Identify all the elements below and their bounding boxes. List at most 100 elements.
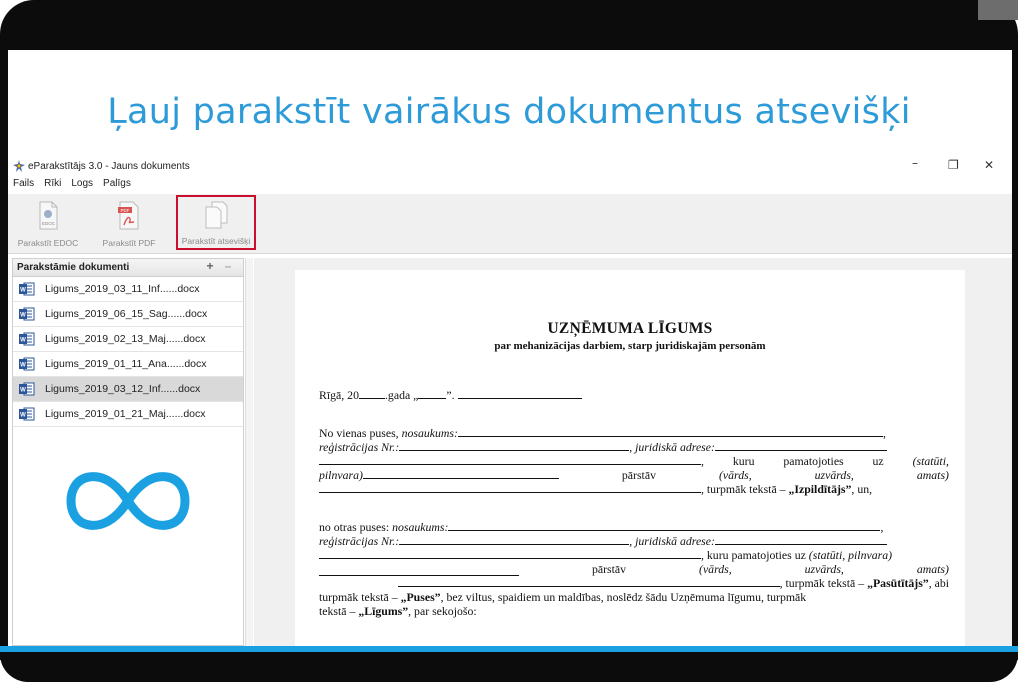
doc-text: pilnvara) xyxy=(319,468,363,482)
contractor-term: „Izpildītājs” xyxy=(788,482,852,496)
doc-text: , bez viltus, spaidiem un maldības, nosl… xyxy=(440,590,807,604)
doc-text: turpmāk tekstā – xyxy=(319,590,401,604)
document-item-selected[interactable]: W Ligums_2019_03_12_Inf......docx xyxy=(13,377,243,402)
blank-field xyxy=(714,534,887,545)
place-date-text: Rīgā, 20 xyxy=(319,388,359,402)
device-frame-left xyxy=(0,40,8,660)
doc-text: (vārds, xyxy=(718,468,752,482)
app-logo-icon xyxy=(13,160,25,172)
place-date-text: .gada „ xyxy=(384,388,419,402)
toolbar: EDOC Parakstīt EDOC PDF Parakstīt PDF Pa… xyxy=(8,194,1012,254)
window-title: eParakstītājs 3.0 - Jauns dokuments xyxy=(28,161,190,172)
device-frame-bottom xyxy=(0,652,1018,682)
doc-text: pārstāv xyxy=(621,468,656,482)
menu-logs[interactable]: Logs xyxy=(66,178,98,194)
menu-riki[interactable]: Rīki xyxy=(39,178,66,194)
document-viewer[interactable]: UZŅĒMUMA LĪGUMS par mehanizācijas darbie… xyxy=(254,258,1012,646)
party1-line-5: , turpmāk tekstā – „Izpildītājs”, un, xyxy=(319,482,949,496)
document-item[interactable]: W Ligums_2019_03_11_Inf......docx xyxy=(13,277,243,302)
doc-text: nosaukums: xyxy=(392,520,449,534)
svg-text:W: W xyxy=(20,363,26,369)
document-list: W Ligums_2019_03_11_Inf......docx W Ligu… xyxy=(13,277,243,427)
blank-field xyxy=(397,576,780,587)
doc-text: , xyxy=(701,454,704,468)
svg-text:PDF: PDF xyxy=(121,208,130,213)
device-frame-right xyxy=(1012,40,1018,660)
documents-panel: Parakstāmie dokumenti + – W Ligums_2019_… xyxy=(12,258,244,646)
place-date-text: ”. xyxy=(446,388,455,402)
doc-text: (vārds, xyxy=(699,562,732,576)
blank-field xyxy=(319,565,519,576)
close-button[interactable]: ✕ xyxy=(984,158,994,172)
word-doc-icon: W xyxy=(19,307,35,321)
doc-text: No vienas puses, xyxy=(319,426,402,440)
client-term: „Pasūtītājs” xyxy=(867,576,929,590)
device-frame-corner xyxy=(978,0,1018,20)
doc-text: , xyxy=(882,426,886,440)
blank-field xyxy=(358,388,385,399)
sign-edoc-button[interactable]: EDOC Parakstīt EDOC xyxy=(12,198,84,248)
sign-edoc-label: Parakstīt EDOC xyxy=(17,238,79,248)
slide-title: Ļauj parakstīt vairākus dokumentus atsev… xyxy=(107,92,911,132)
party2-line-7: tekstā – „Līgums”, par sekojošo: xyxy=(319,604,949,618)
blank-field xyxy=(418,388,447,399)
doc-text: , kuru pamatojoties uz xyxy=(701,548,809,562)
document-item[interactable]: W Ligums_2019_01_21_Maj......docx xyxy=(13,402,243,427)
document-item[interactable]: W Ligums_2019_01_11_Ana......docx xyxy=(13,352,243,377)
doc-text: tekstā – xyxy=(319,604,359,618)
minimize-button[interactable]: – xyxy=(912,156,918,170)
document-name: Ligums_2019_01_11_Ana......docx xyxy=(45,358,207,370)
menu-fails[interactable]: Fails xyxy=(8,178,39,194)
menu-paligs[interactable]: Palīgs xyxy=(98,178,136,194)
add-document-button[interactable]: + xyxy=(203,260,217,274)
word-doc-icon: W xyxy=(19,332,35,346)
document-item[interactable]: W Ligums_2019_06_15_Sag......docx xyxy=(13,302,243,327)
party1-line-1: No vienas puses, nosaukums:, xyxy=(319,426,949,440)
word-doc-icon: W xyxy=(19,407,35,421)
edoc-file-icon: EDOC xyxy=(39,201,58,230)
party2-line-3: , kuru pamatojoties uz (statūti, pilnvar… xyxy=(319,548,949,562)
remove-document-button[interactable]: – xyxy=(221,260,235,274)
blank-field xyxy=(319,482,701,493)
party2-line-2: reģistrācijas Nr.:, juridiskā adrese: xyxy=(319,534,949,548)
panel-header: Parakstāmie dokumenti + – xyxy=(13,259,243,277)
document-subtitle: par mehanizācijas darbiem, starp juridis… xyxy=(494,340,766,352)
doc-text: pamatojoties xyxy=(783,454,844,468)
blank-field xyxy=(362,468,559,479)
document-name: Ligums_2019_02_13_Maj......docx xyxy=(45,333,206,345)
maximize-button[interactable]: ❐ xyxy=(948,158,959,172)
doc-text: uzvārds, xyxy=(804,562,844,576)
doc-text: reģistrācijas Nr.: xyxy=(319,440,400,454)
party2-line-5: , turpmāk tekstā – „Pasūtītājs”, abi xyxy=(319,576,949,590)
place-date-line: Rīgā, 20 .gada „ ”. xyxy=(319,388,949,402)
blank-field xyxy=(457,388,582,399)
infinity-icon xyxy=(66,472,190,530)
document-name: Ligums_2019_06_15_Sag......docx xyxy=(45,308,208,320)
copy-documents-icon xyxy=(205,201,228,229)
sign-pdf-label: Parakstīt PDF xyxy=(102,238,156,248)
title-bar: eParakstītājs 3.0 - Jauns dokuments – ❐ … xyxy=(8,156,1012,176)
doc-text: juridiskā adrese: xyxy=(635,534,715,548)
doc-text: amats) xyxy=(916,562,949,576)
party2-line-6: turpmāk tekstā – „Puses”, bez viltus, sp… xyxy=(319,590,949,604)
sign-separately-button[interactable]: Parakstīt atsevišķi xyxy=(176,195,256,250)
contract-term: „Līgums” xyxy=(358,604,409,618)
doc-text: uz xyxy=(872,454,884,468)
party1-line-2: reģistrācijas Nr.:, juridiskā adrese: xyxy=(319,440,949,454)
doc-text: , turpmāk tekstā – xyxy=(701,482,789,496)
document-item[interactable]: W Ligums_2019_02_13_Maj......docx xyxy=(13,327,243,352)
word-doc-icon: W xyxy=(19,382,35,396)
blank-field xyxy=(714,440,887,451)
panel-splitter[interactable] xyxy=(245,258,253,646)
parties-term: „Puses” xyxy=(400,590,441,604)
svg-text:W: W xyxy=(20,413,26,419)
menu-bar: Fails Rīki Logs Palīgs xyxy=(8,178,136,194)
party1-line-3: , kuru pamatojoties uz (statūti, xyxy=(319,454,949,468)
document-name: Ligums_2019_03_12_Inf......docx xyxy=(45,383,201,395)
sign-pdf-button[interactable]: PDF Parakstīt PDF xyxy=(90,198,168,248)
doc-text: , un, xyxy=(851,482,873,496)
doc-text: , abi xyxy=(928,576,949,590)
svg-text:W: W xyxy=(20,388,26,394)
blank-field xyxy=(319,548,701,559)
blank-field xyxy=(399,440,630,451)
